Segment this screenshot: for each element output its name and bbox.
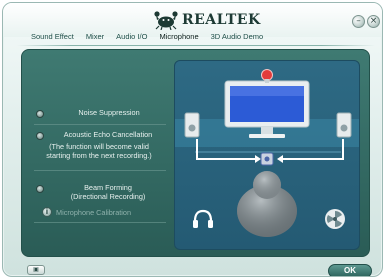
illustration-svg [175, 69, 359, 237]
microphone-illustration [174, 60, 360, 250]
aec-note-line-2: starting from the next recording.) [46, 151, 152, 160]
aec-note-line-1: (The function will become valid [49, 142, 149, 151]
tab-sound-effect[interactable]: Sound Effect [25, 31, 80, 45]
mic-calibration-icon[interactable]: i [42, 207, 52, 217]
beam-forming-radio[interactable] [36, 185, 44, 193]
options-column: Noise Suppression Acoustic Echo Cancella… [22, 50, 174, 256]
tab-mixer[interactable]: Mixer [80, 31, 110, 45]
ok-button[interactable]: OK [328, 264, 372, 276]
mic-calibration-option[interactable]: i Microphone Calibration [42, 207, 131, 218]
divider [34, 170, 166, 171]
aec-radio[interactable] [36, 132, 44, 140]
acoustic-echo-cancellation-option[interactable]: Acoustic Echo Cancellation [36, 130, 168, 140]
fan-icon [325, 209, 345, 229]
brand-name: REALTEK [182, 12, 261, 28]
crab-logo-icon [154, 11, 178, 30]
tab-microphone[interactable]: Microphone [153, 31, 204, 45]
tab-bar: Sound Effect Mixer Audio I/O Microphone … [25, 31, 269, 45]
mic-calibration-label: Microphone Calibration [56, 208, 132, 217]
beam-forming-sub: (Directional Recording) [70, 192, 146, 201]
realtek-window: REALTEK – × Sound Effect Mixer Audio I/O… [2, 2, 383, 277]
info-icon[interactable]: ▣ [27, 265, 45, 275]
microphone-panel: Noise Suppression Acoustic Echo Cancella… [21, 49, 370, 257]
realtek-logo: REALTEK [153, 9, 261, 31]
tab-audio-io[interactable]: Audio I/O [110, 31, 153, 45]
aec-label: Acoustic Echo Cancellation [63, 130, 153, 139]
noise-suppression-label: Noise Suppression [78, 108, 140, 117]
divider [34, 124, 166, 125]
speaker-icon [184, 112, 200, 138]
minimize-icon[interactable]: – [352, 15, 365, 28]
tab-divider [17, 45, 375, 46]
noise-suppression-radio[interactable] [36, 110, 44, 118]
divider [34, 222, 166, 223]
close-icon[interactable]: × [367, 15, 380, 28]
person-icon [237, 171, 297, 237]
beam-forming-label: Beam Forming [84, 183, 132, 192]
noise-suppression-option[interactable]: Noise Suppression [36, 108, 168, 118]
tab-3d-audio-demo[interactable]: 3D Audio Demo [205, 31, 270, 45]
mic-device-icon [260, 152, 274, 166]
speaker-icon [336, 112, 352, 138]
headset-icon [193, 209, 213, 228]
